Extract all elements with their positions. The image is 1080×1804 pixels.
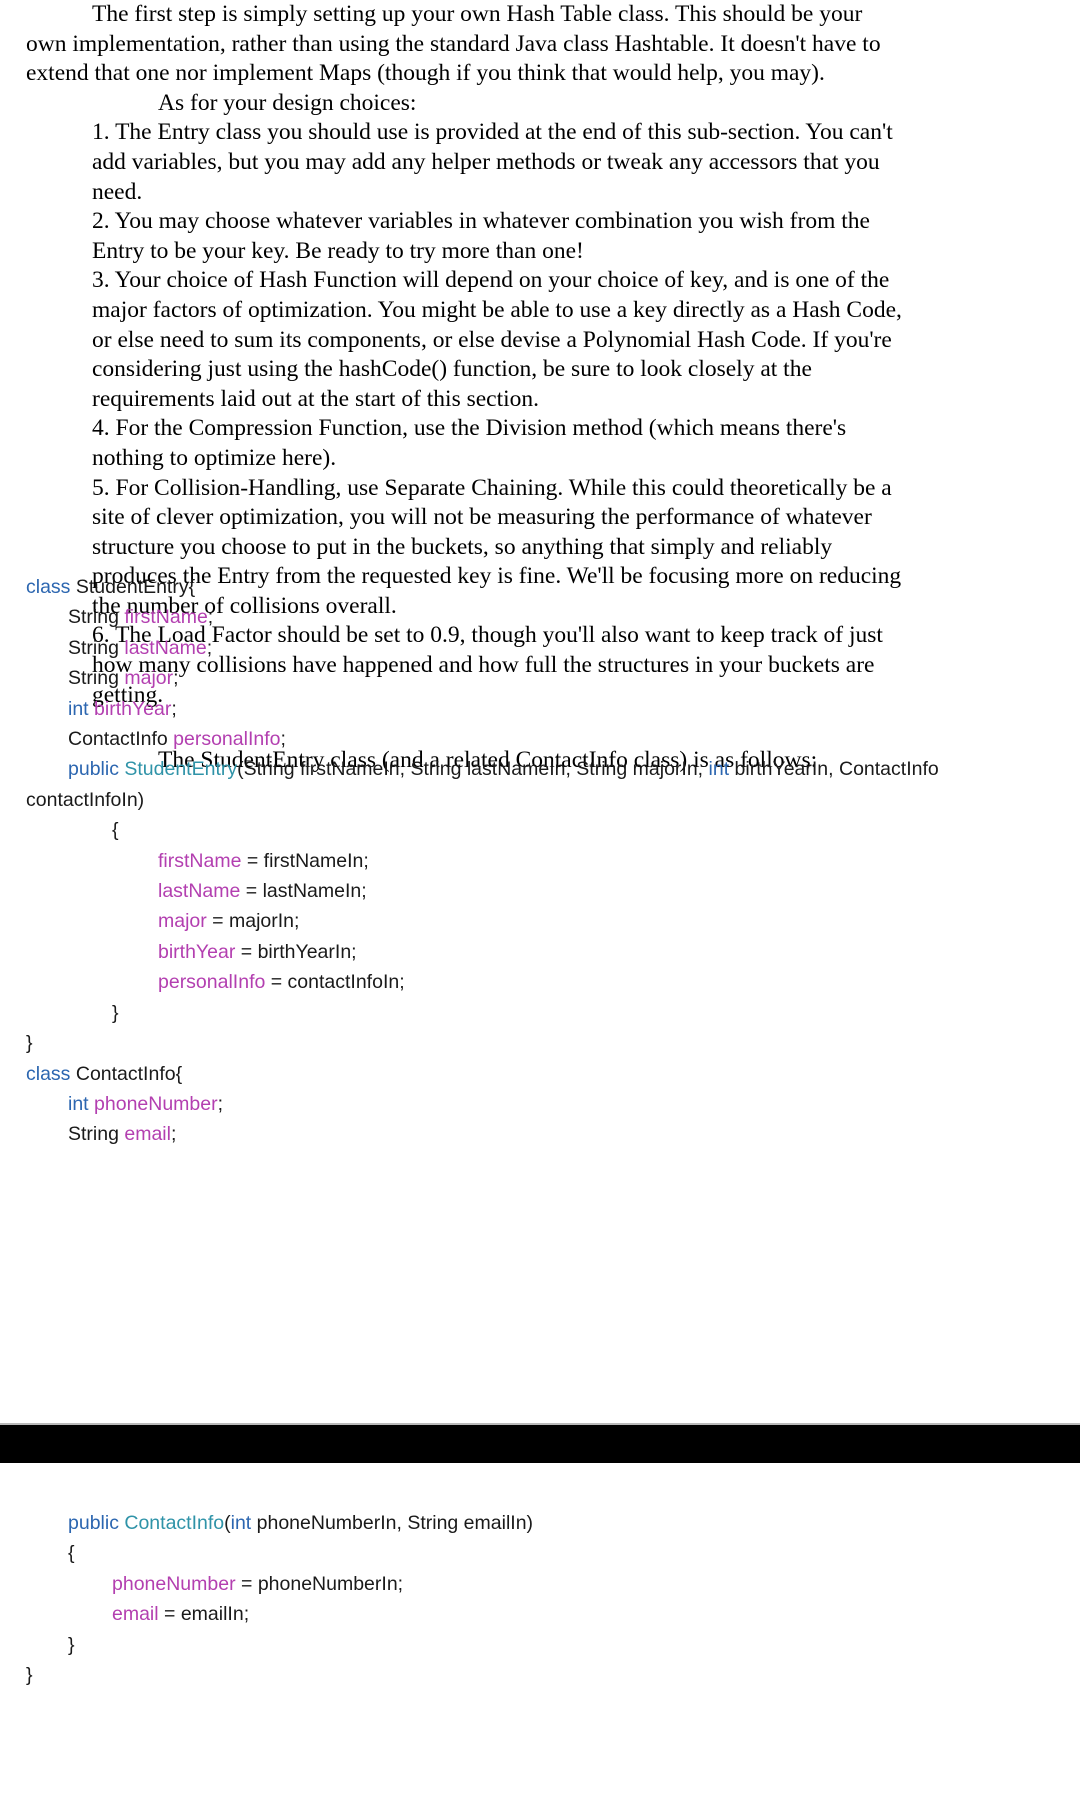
code-token-plain: String (68, 1123, 125, 1146)
code-token-plain: = emailIn; (158, 1603, 250, 1626)
code-token-plain: ContactInfo{ (70, 1062, 183, 1085)
code-token-kw: int (230, 1512, 252, 1534)
code-token-plain: (String firstNameIn, String lastNameIn, … (237, 758, 709, 781)
code-token-field: email (124, 1123, 171, 1146)
student-entry-line: String lastName; (0, 633, 1080, 663)
code-token-cls: StudentEntry (124, 758, 238, 781)
code-token-kw: int (68, 697, 89, 720)
design-item-1: 1. The Entry class you should use is pro… (92, 119, 893, 205)
student-entry-line: String email; (0, 1119, 1080, 1149)
code-token-plain: String (68, 667, 125, 690)
code-token-plain: } (112, 1001, 119, 1024)
code-token-kw: public (68, 1512, 125, 1534)
code-token-field: personalInfo (158, 971, 266, 994)
code-token-plain: ; (280, 728, 286, 751)
code-token-cls: ContactInfo (124, 1512, 225, 1534)
student-entry-line: { (0, 815, 1080, 845)
code-token-plain: = birthYearIn; (235, 940, 357, 963)
code-token-field: email (112, 1603, 159, 1626)
code-token-plain: } (26, 1032, 33, 1055)
contact-info-line: { (0, 1538, 1080, 1568)
contact-info-line: } (0, 1660, 1080, 1690)
code-token-plain: = firstNameIn; (241, 849, 369, 872)
code-token-plain: ; (171, 697, 177, 720)
student-entry-line: String firstName; (0, 602, 1080, 632)
student-entry-line: personalInfo = contactInfoIn; (0, 967, 1080, 997)
student-entry-line: public StudentEntry(String firstNameIn, … (0, 754, 1080, 784)
code-token-plain: = phoneNumberIn; (235, 1572, 404, 1595)
code-token-kw: int (68, 1092, 89, 1115)
code-token-plain: ; (170, 1123, 177, 1146)
code-token-plain: = majorIn; (206, 910, 300, 933)
contact-info-line: } (0, 1630, 1080, 1660)
code-token-field: major (124, 667, 174, 690)
student-entry-line: lastName = lastNameIn; (0, 876, 1080, 906)
code-listing-student-entry: class StudentEntry{String firstName; Stri… (0, 572, 1080, 1150)
code-token-kw: int (708, 758, 730, 781)
code-token-plain: String (68, 606, 125, 629)
code-token-plain: StudentEntry{ (70, 576, 196, 598)
code-token-plain: birthYearIn, ContactInfo (729, 758, 939, 781)
student-entry-line: } (0, 998, 1080, 1028)
code-token-field: birthYear (158, 940, 236, 963)
design-choices-lead: As for your design choices: (158, 89, 417, 116)
student-entry-line: class ContactInfo{ (0, 1059, 1080, 1089)
code-token-plain: } (26, 1664, 33, 1687)
code-token-field: firstName (124, 606, 208, 629)
code-token-plain: ContactInfo (68, 728, 174, 751)
code-token-field: lastName (124, 636, 207, 659)
student-entry-line: contactInfoIn) (0, 785, 1080, 815)
code-token-plain: ; (206, 636, 213, 659)
student-entry-line: major = majorIn; (0, 906, 1080, 936)
code-token-plain: { (68, 1542, 75, 1565)
code-listing-contact-info: public ContactInfo(int phoneNumberIn, St… (0, 1508, 1080, 1690)
code-token-plain: } (68, 1633, 75, 1656)
student-entry-line: firstName = firstNameIn; (0, 846, 1080, 876)
code-token-kw: class (26, 576, 71, 598)
code-token-plain: ; (217, 1092, 224, 1115)
code-token-plain: { (112, 819, 119, 842)
student-entry-line: int birthYear; (0, 694, 1080, 724)
code-token-plain: ; (173, 667, 179, 690)
code-token-field: firstName (158, 849, 242, 872)
code-token-plain: = contactInfoIn; (265, 971, 405, 994)
code-token-kw: public (68, 758, 125, 781)
student-entry-line: ContactInfo personalInfo; (0, 724, 1080, 754)
student-entry-line: birthYear = birthYearIn; (0, 937, 1080, 967)
code-token-plain: String (68, 636, 125, 659)
black-separator-bar (0, 1425, 1080, 1463)
contact-info-line: public ContactInfo(int phoneNumberIn, St… (0, 1508, 1080, 1538)
code-token-plain: = lastNameIn; (240, 880, 367, 903)
code-token-field: phoneNumber (112, 1572, 236, 1595)
code-token-field: lastName (158, 880, 241, 903)
code-token-field: phoneNumber (94, 1092, 218, 1115)
code-token-kw: class (26, 1062, 71, 1085)
contact-info-line: email = emailIn; (0, 1599, 1080, 1629)
student-entry-line: } (0, 1028, 1080, 1058)
student-entry-line: String major; (0, 663, 1080, 693)
code-token-plain: phoneNumberIn, String emailIn) (251, 1512, 534, 1534)
contact-info-line: phoneNumber = phoneNumberIn; (0, 1569, 1080, 1599)
code-token-plain: contactInfoIn) (26, 788, 145, 811)
design-item-2: 2. You may choose whatever variables in … (92, 208, 870, 264)
student-entry-line: class StudentEntry{ (0, 572, 1080, 602)
code-token-field: birthYear (94, 697, 172, 720)
design-item-3: 3. Your choice of Hash Function will dep… (92, 267, 902, 412)
code-token-field: personalInfo (173, 728, 281, 751)
student-entry-line: int phoneNumber; (0, 1089, 1080, 1119)
code-token-plain: ; (207, 606, 214, 629)
code-token-field: major (158, 910, 207, 933)
design-item-4: 4. For the Compression Function, use the… (92, 415, 847, 471)
intro-paragraph: The first step is simply setting up your… (26, 1, 881, 87)
